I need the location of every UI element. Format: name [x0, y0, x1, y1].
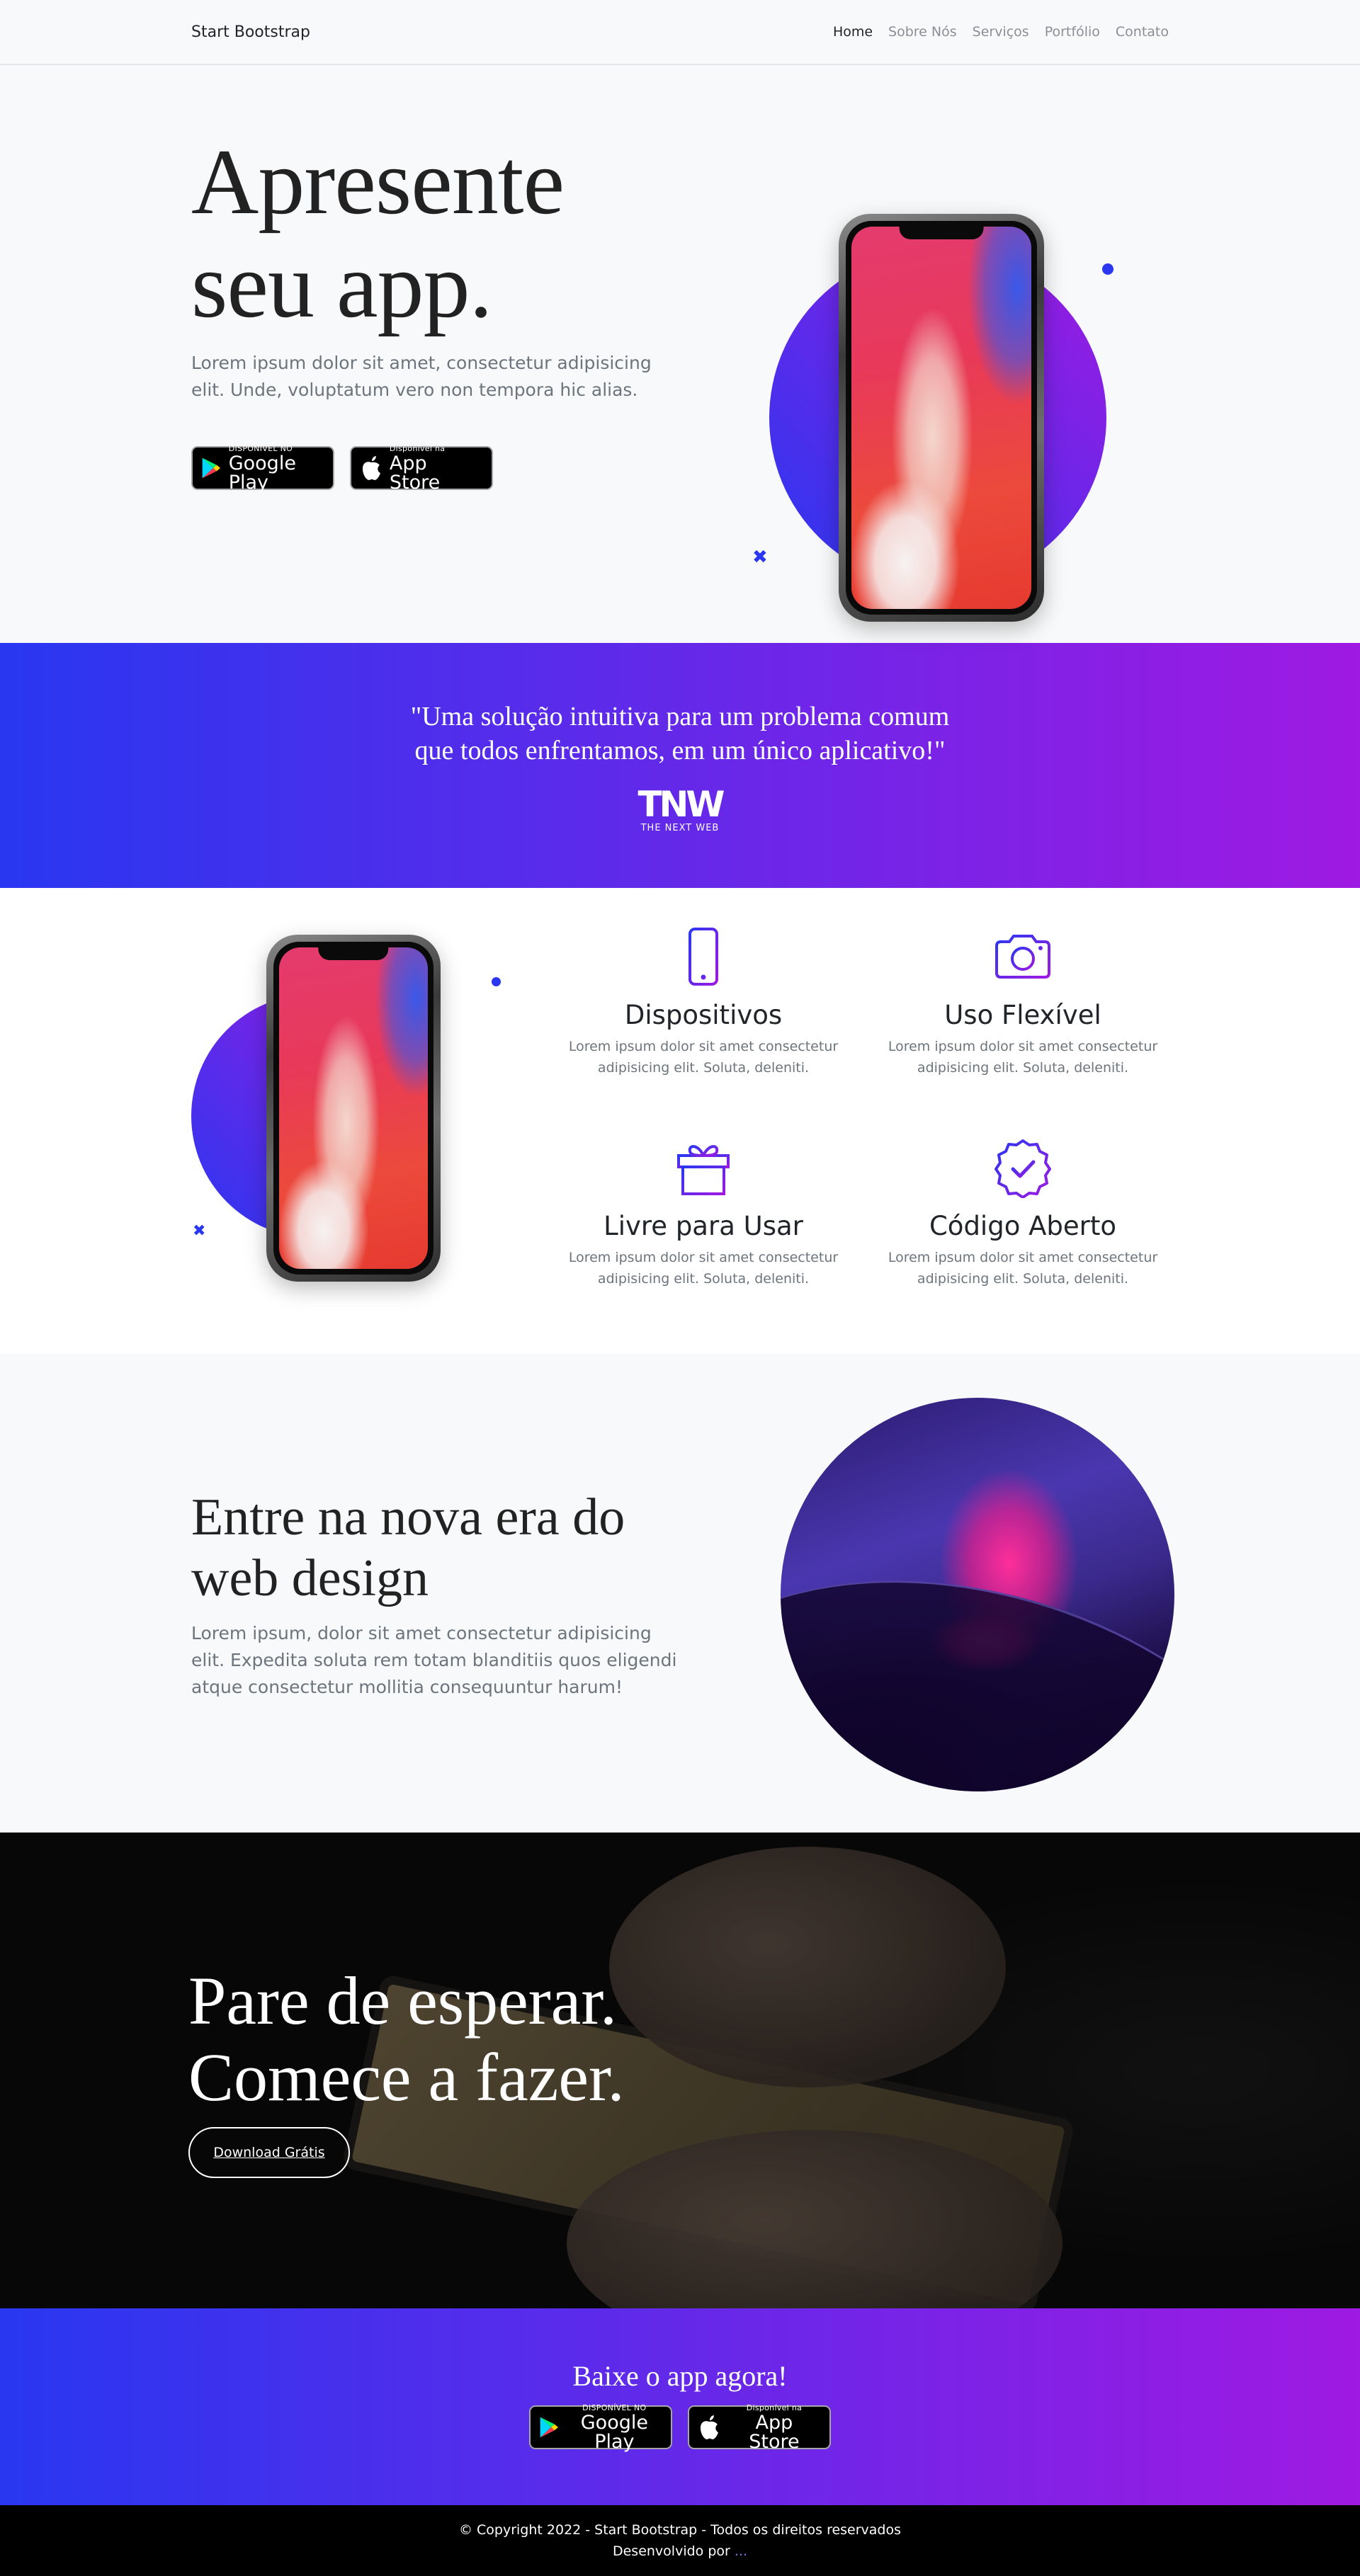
tnw-logo-mark: TNW	[638, 784, 725, 825]
google-play-icon	[202, 457, 221, 479]
feature-text: Lorem ipsum dolor sit amet consectetur a…	[888, 1250, 1158, 1287]
webdesign-title-line1: Entre na nova era do	[191, 1488, 625, 1546]
quote-line1: "Uma solução intuitiva para um problema …	[410, 702, 950, 731]
patch-check-icon	[994, 1139, 1051, 1198]
hero-section: Apresente seu app. Lorem ipsum dolor sit…	[0, 65, 1360, 643]
nav-link-portfolio[interactable]: Portfólio	[1045, 24, 1100, 40]
feature-text: Lorem ipsum dolor sit amet consectetur a…	[568, 1250, 839, 1287]
decor-x-mark: ✖	[752, 547, 768, 568]
tnw-logo: TNW THE NEXT WEB	[638, 784, 725, 833]
apple-icon	[362, 456, 380, 480]
app-store-button[interactable]: Disponível na App Store	[350, 443, 493, 494]
webdesign-title-line2: web design	[191, 1549, 429, 1607]
download-free-button[interactable]: Download Grátis	[188, 2127, 350, 2178]
decor-x-mark: ✖	[193, 1222, 206, 1240]
nav-link-services[interactable]: Serviços	[973, 24, 1029, 40]
feature-title: Uso Flexível	[944, 1000, 1101, 1030]
google-play-big-text: Google Play	[228, 452, 296, 494]
footer-dev-link[interactable]: ...	[735, 2543, 747, 2559]
webdesign-section: Entre na nova era do web design Lorem ip…	[0, 1354, 1360, 1833]
feature-text: Lorem ipsum dolor sit amet consectetur a…	[888, 1039, 1158, 1076]
google-play-icon	[540, 2417, 559, 2438]
decor-dot	[1102, 263, 1114, 275]
feature-open-source: Código Aberto Lorem ipsum dolor sit amet…	[867, 1137, 1179, 1289]
features-phone-mockup	[266, 935, 441, 1282]
cta-section: Pare de esperar. Comece a fazer. Downloa…	[0, 1833, 1360, 2308]
footer: © Copyright 2022 - Start Bootstrap - Tod…	[0, 2505, 1360, 2576]
hero-lead: Lorem ipsum dolor sit amet, consectetur …	[191, 353, 652, 400]
webdesign-text: Lorem ipsum, dolor sit amet consectetur …	[191, 1623, 677, 1697]
cta-title-line2: Comece a fazer.	[188, 2039, 625, 2115]
quote-text: "Uma solução intuitiva para um problema …	[0, 700, 1360, 768]
nav-links: Home Sobre Nós Serviços Portfólio Contat…	[833, 24, 1169, 40]
navbar: Start Bootstrap Home Sobre Nós Serviços …	[0, 0, 1360, 65]
feature-free: Livre para Usar Lorem ipsum dolor sit am…	[548, 1137, 859, 1289]
hero-store-buttons: DISPONÍVEL NO Google Play Disponível na …	[191, 443, 493, 494]
hero-phone-mockup	[839, 214, 1044, 622]
app-store-small-text: Disponível na	[389, 443, 446, 453]
phone-screen	[279, 947, 428, 1269]
app-store-big-text: App Store	[749, 2411, 800, 2453]
hero-title: Apresente seu app.	[191, 130, 565, 337]
abstract-circle-image	[781, 1398, 1174, 1791]
feature-text: Lorem ipsum dolor sit amet consectetur a…	[568, 1039, 839, 1076]
brand-link[interactable]: Start Bootstrap	[191, 23, 310, 41]
decor-dot	[492, 977, 501, 986]
quote-section: "Uma solução intuitiva para um problema …	[0, 643, 1360, 888]
download-store-buttons: DISPONÍVEL NO Google Play Disponível na …	[0, 2403, 1360, 2453]
feature-title: Dispositivos	[624, 1000, 783, 1030]
camera-icon	[995, 935, 1050, 979]
download-title: Baixe o app agora!	[572, 2360, 788, 2392]
quote-line2: que todos enfrentamos, em um único aplic…	[414, 736, 946, 765]
google-play-button[interactable]: DISPONÍVEL NO Google Play	[191, 443, 334, 494]
google-play-small-text: DISPONÍVEL NO	[228, 443, 293, 453]
nav-link-about[interactable]: Sobre Nós	[888, 24, 957, 40]
cta-title: Pare de esperar. Comece a fazer.	[188, 1963, 625, 2116]
hero-title-line2: seu app.	[191, 233, 493, 337]
feature-devices: Dispositivos Lorem ipsum dolor sit amet …	[548, 926, 859, 1078]
features-section: ✖ Dispositivos Lorem ipsum dolor sit ame…	[0, 888, 1360, 1354]
gift-icon	[677, 1145, 730, 1195]
footer-developed-by: Desenvolvido por ...	[0, 2541, 1360, 2562]
app-store-small-text: Disponível na	[746, 2403, 803, 2412]
nav-link-home[interactable]: Home	[833, 24, 873, 40]
google-play-big-text: Google Play	[580, 2411, 648, 2453]
app-store-button[interactable]: Disponível na App Store	[688, 2403, 831, 2453]
app-store-big-text: App Store	[389, 452, 441, 494]
apple-icon	[700, 2415, 718, 2439]
footer-dev-label: Desenvolvido por	[612, 2543, 730, 2559]
webdesign-title: Entre na nova era do web design	[191, 1487, 625, 1609]
feature-title: Código Aberto	[929, 1211, 1117, 1241]
phone-icon	[688, 928, 718, 986]
feature-flexible: Uso Flexível Lorem ipsum dolor sit amet …	[867, 926, 1179, 1078]
phone-screen	[851, 227, 1031, 609]
download-section: Baixe o app agora! DISPONÍVEL NO Google …	[0, 2308, 1360, 2505]
footer-copyright: © Copyright 2022 - Start Bootstrap - Tod…	[458, 2522, 902, 2538]
cta-title-line1: Pare de esperar.	[188, 1963, 618, 2039]
tnw-logo-subtitle: THE NEXT WEB	[640, 823, 720, 833]
google-play-small-text: DISPONÍVEL NO	[582, 2403, 647, 2412]
nav-link-contact[interactable]: Contato	[1116, 24, 1169, 40]
google-play-button[interactable]: DISPONÍVEL NO Google Play	[529, 2403, 672, 2453]
hero-title-line1: Apresente	[191, 130, 565, 234]
feature-title: Livre para Usar	[604, 1211, 803, 1241]
